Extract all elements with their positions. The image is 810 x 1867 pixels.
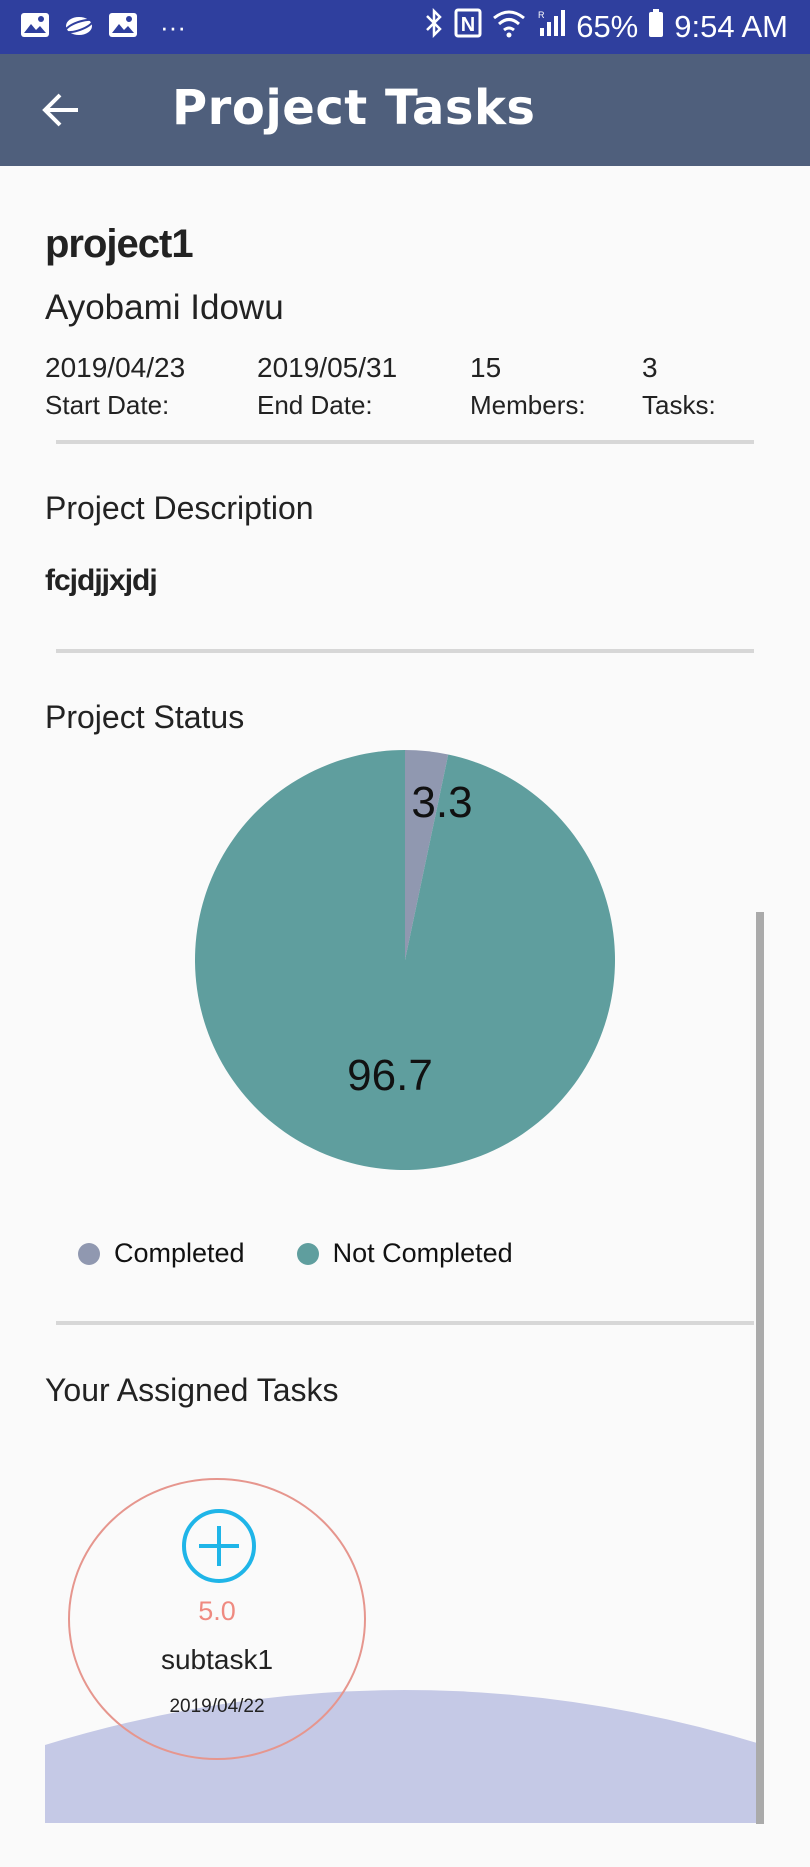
stat-start-date: 2019/04/23 Start Date: bbox=[45, 352, 185, 421]
svg-text:R: R bbox=[538, 10, 545, 20]
legend-dot bbox=[78, 1242, 100, 1265]
pie-data-label: 3.3 bbox=[411, 778, 472, 827]
more-notifications: ··· bbox=[160, 11, 186, 42]
legend-item-not-completed: Not Completed bbox=[296, 1238, 513, 1269]
tasks-title: Your Assigned Tasks bbox=[45, 1372, 339, 1408]
stat-value: 2019/04/23 bbox=[45, 352, 186, 383]
legend-label: Completed bbox=[114, 1238, 245, 1268]
task-score: 5.0 bbox=[198, 1596, 236, 1626]
samsung-cloud-icon bbox=[64, 12, 94, 43]
stat-tasks: 3 Tasks: bbox=[642, 352, 716, 421]
stat-label: Tasks: bbox=[642, 390, 716, 420]
svg-text:N: N bbox=[461, 14, 475, 36]
add-circle-icon[interactable] bbox=[181, 1508, 257, 1584]
page-title: Project Tasks bbox=[172, 80, 536, 136]
stat-value: 3 bbox=[642, 352, 658, 383]
chart-legend: Completed Not Completed bbox=[78, 1238, 565, 1269]
stat-label: Members: bbox=[470, 390, 586, 420]
nfc-icon: N bbox=[454, 8, 482, 46]
stat-end-date: 2019/05/31 End Date: bbox=[257, 352, 397, 421]
divider bbox=[56, 1321, 754, 1325]
legend-label: Not Completed bbox=[332, 1238, 513, 1268]
wifi-icon bbox=[492, 8, 526, 46]
legend-item-completed: Completed bbox=[78, 1238, 245, 1269]
description-title: Project Description bbox=[45, 490, 314, 526]
stat-value: 2019/05/31 bbox=[257, 352, 398, 383]
image-icon bbox=[108, 12, 138, 43]
status-bar: ··· N R 65% 9:54 AM bbox=[0, 0, 810, 54]
stat-label: End Date: bbox=[257, 390, 373, 420]
clock: 9:54 AM bbox=[674, 9, 788, 44]
project-owner: Ayobami Idowu bbox=[45, 288, 284, 327]
task-card[interactable]: 5.0 subtask1 2019/04/22 bbox=[68, 1478, 366, 1760]
stat-label: Start Date: bbox=[45, 390, 170, 420]
scrollbar[interactable] bbox=[756, 912, 764, 1824]
image-icon bbox=[20, 12, 50, 43]
battery-percent: 65% bbox=[576, 9, 639, 44]
task-name: subtask1 bbox=[160, 1644, 274, 1675]
task-date: 2019/04/22 bbox=[169, 1696, 265, 1717]
bluetooth-icon bbox=[424, 7, 444, 46]
signal-icon: R bbox=[536, 8, 566, 46]
battery-icon bbox=[648, 8, 664, 46]
pie-slice-not-completed bbox=[195, 750, 616, 1170]
stat-value: 15 bbox=[470, 352, 502, 383]
status-bar-system: N R 65% 9:54 AM bbox=[424, 7, 788, 46]
divider bbox=[56, 649, 754, 653]
status-bar-notifications: ··· bbox=[20, 12, 186, 43]
back-arrow-icon[interactable] bbox=[40, 90, 84, 130]
stat-members: 15 Members: bbox=[470, 352, 586, 421]
legend-dot bbox=[296, 1242, 319, 1265]
app-bar: Project Tasks bbox=[0, 54, 810, 166]
project-status-pie-chart: 3.3 96.7 bbox=[195, 750, 616, 1170]
description-text: fcjdjjxjdj bbox=[45, 564, 158, 597]
divider bbox=[56, 440, 754, 444]
status-title: Project Status bbox=[45, 699, 245, 735]
project-name: project1 bbox=[45, 222, 194, 266]
pie-data-label: 96.7 bbox=[347, 1051, 433, 1100]
